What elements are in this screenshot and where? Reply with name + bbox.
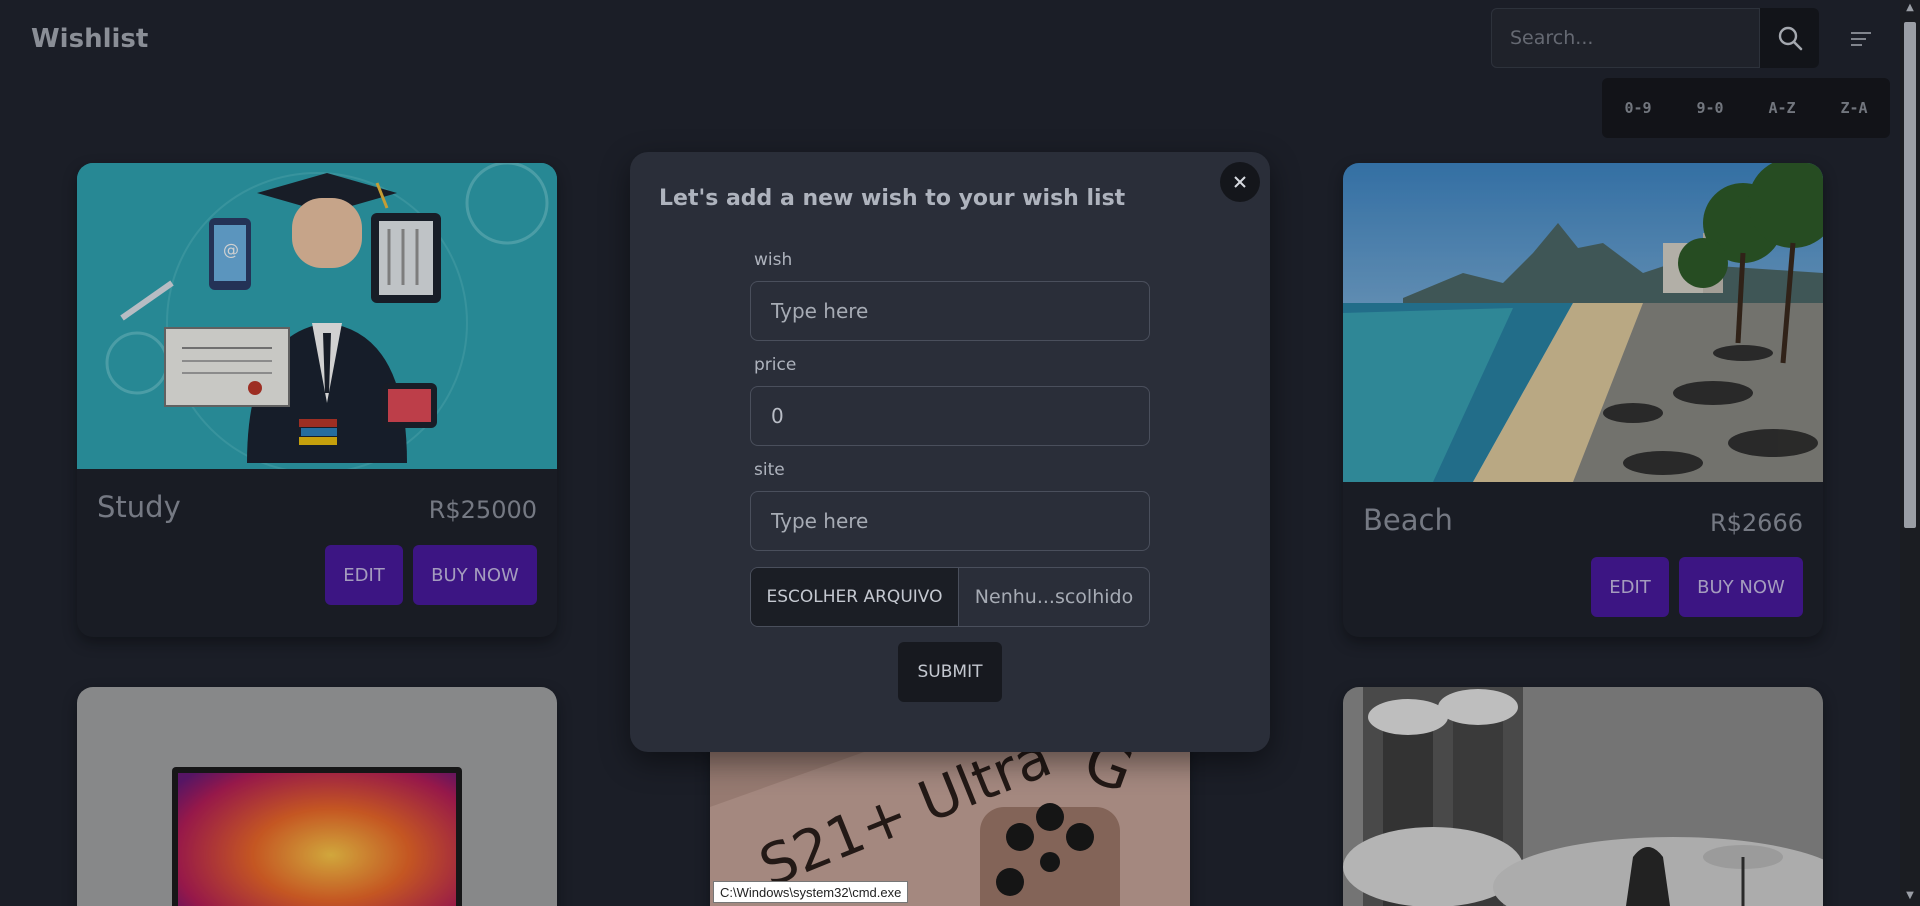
modal-title: Let's add a new wish to your wish list [659, 186, 1126, 211]
scroll-thumb[interactable] [1904, 22, 1916, 528]
close-icon [1234, 176, 1246, 188]
wish-input[interactable] [750, 281, 1150, 341]
add-wish-modal: Let's add a new wish to your wish list w… [630, 152, 1270, 752]
file-input[interactable]: ESCOLHER ARQUIVO Nenhu...scolhido [750, 567, 1150, 627]
price-input[interactable] [750, 386, 1150, 446]
choose-file-button[interactable]: ESCOLHER ARQUIVO [751, 568, 959, 626]
taskbar-tooltip: C:\Windows\system32\cmd.exe [713, 881, 909, 903]
scroll-up-arrow[interactable]: ▲ [1904, 2, 1916, 14]
price-label: price [754, 355, 797, 375]
scroll-down-arrow[interactable]: ▼ [1904, 890, 1916, 902]
wish-label: wish [754, 250, 793, 270]
site-input[interactable] [750, 491, 1150, 551]
scrollbar[interactable]: ▲ ▼ [1900, 0, 1920, 906]
file-name-text: Nenhu...scolhido [974, 586, 1134, 608]
close-button[interactable] [1220, 162, 1260, 202]
submit-button[interactable]: SUBMIT [898, 642, 1002, 702]
site-label: site [754, 460, 785, 480]
